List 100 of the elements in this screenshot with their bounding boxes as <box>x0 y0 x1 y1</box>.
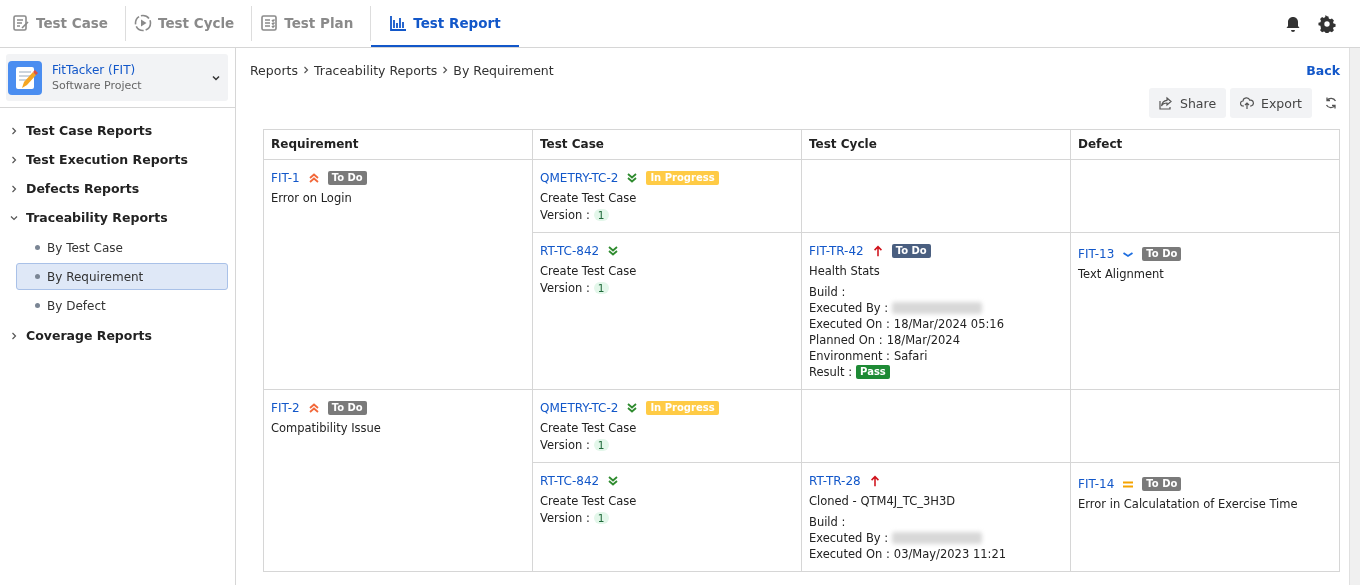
issue-key-link[interactable]: QMETRY-TC-2 <box>540 171 619 185</box>
issue-title: Create Test Case <box>540 191 638 205</box>
issue-key-link[interactable]: QMETRY-TC-2 <box>540 401 619 415</box>
column-header: Test Cycle <box>802 130 1071 159</box>
project-type: Software Project <box>52 79 143 92</box>
issue-key-link[interactable]: RT-TR-28 <box>809 474 861 488</box>
project-selector[interactable]: FitTacker (FIT) Software Project <box>6 54 228 101</box>
detail-label: Executed By : <box>809 530 889 545</box>
nav-tab[interactable]: Test Plan <box>252 0 370 47</box>
sidebar-item[interactable]: Traceability Reports <box>6 203 228 232</box>
column-header: Test Case <box>533 130 802 159</box>
issue-key-link[interactable]: FIT-14 <box>1078 477 1115 491</box>
double-chevron-up-icon <box>307 172 320 184</box>
share-icon <box>1159 96 1173 110</box>
chevron-right-icon <box>441 66 450 74</box>
version-label: Version : <box>540 511 590 525</box>
sidebar-subitem[interactable]: By Test Case <box>16 234 228 261</box>
issue-title: Create Test Case <box>540 264 638 278</box>
double-chevron-up-icon <box>307 402 320 414</box>
cloud-upload-icon <box>1240 96 1255 110</box>
version-number: 1 <box>593 512 609 524</box>
detail-value: 18/Mar/2024 <box>886 332 960 347</box>
back-link[interactable]: Back <box>1306 62 1340 78</box>
chevron-right-icon <box>10 155 18 164</box>
sidebar-subitem-label: By Defect <box>47 298 106 313</box>
scrollbar[interactable] <box>1349 48 1360 585</box>
detail-label: Executed On : <box>809 546 890 561</box>
issue-key-link[interactable]: FIT-TR-42 <box>809 244 864 258</box>
status-badge: To Do <box>1142 247 1182 261</box>
column-header: Defect <box>1077 136 1124 153</box>
action-button[interactable]: Export <box>1230 88 1312 118</box>
breadcrumb-item[interactable]: Traceability Reports <box>313 62 438 78</box>
detail-label: Environment : <box>809 348 890 363</box>
bell-icon[interactable] <box>1284 14 1302 33</box>
document-pencil-icon <box>12 13 30 32</box>
version-label: Version : <box>540 208 590 222</box>
sidebar-item[interactable]: Test Case Reports <box>6 116 228 145</box>
double-chevron-down-icon <box>607 245 620 257</box>
bullet-icon <box>35 303 40 308</box>
status-badge: To Do <box>1142 477 1182 491</box>
detail-label: Result : <box>809 364 853 379</box>
arrow-up-icon <box>871 245 884 257</box>
status-badge: To Do <box>327 401 367 415</box>
sidebar-subitem[interactable]: By Defect <box>16 292 228 319</box>
issue-key-link[interactable]: FIT-1 <box>271 171 300 185</box>
issue-title: Text Alignment <box>1078 267 1165 281</box>
issue-title: Create Test Case <box>540 494 638 508</box>
project-name: FitTacker (FIT) <box>52 63 137 77</box>
status-badge: In Progress <box>646 401 719 415</box>
detail-value: 18/Mar/2024 05:16 <box>893 316 1004 331</box>
detail-label: Build : <box>809 514 846 529</box>
double-chevron-down-icon <box>607 475 620 487</box>
issue-key-link[interactable]: FIT-13 <box>1078 247 1115 261</box>
detail-label: Executed On : <box>809 316 890 331</box>
version-number: 1 <box>593 439 609 451</box>
chevron-right-icon <box>301 66 310 74</box>
issue-key-link[interactable]: RT-TC-842 <box>540 474 600 488</box>
checklist-icon <box>260 13 279 32</box>
nav-tab[interactable]: Test Report <box>371 0 519 47</box>
nav-tab[interactable]: Test Cycle <box>126 0 251 47</box>
breadcrumb-item[interactable]: Reports <box>250 62 298 78</box>
bar-chart-icon <box>389 13 408 32</box>
issue-key-link[interactable]: RT-TC-842 <box>540 244 600 258</box>
version-number: 1 <box>593 282 609 294</box>
breadcrumb-item: By Requirement <box>453 62 554 78</box>
settings-icon[interactable] <box>1318 14 1336 33</box>
action-button[interactable]: Share <box>1149 88 1227 118</box>
status-badge: To Do <box>891 244 931 258</box>
issue-title: Error in Calculatation of Exercise Time <box>1078 497 1299 511</box>
sidebar-subitem[interactable]: By Requirement <box>16 263 228 290</box>
bullet-icon <box>35 274 40 279</box>
issue-title: Compatibility Issue <box>271 421 382 435</box>
sidebar-item-label: Defects Reports <box>26 181 140 196</box>
double-chevron-down-icon <box>626 402 639 414</box>
detail-label: Build : <box>809 284 846 299</box>
nav-tab[interactable]: Test Case <box>4 0 124 47</box>
sidebar-item[interactable]: Coverage Reports <box>6 321 228 350</box>
notepad-pencil-icon <box>8 60 42 95</box>
detail-value: Safari <box>893 348 928 363</box>
issue-title: Create Test Case <box>540 421 638 435</box>
chevron-down-icon <box>10 213 18 222</box>
sidebar-item[interactable]: Defects Reports <box>6 174 228 203</box>
detail-label: Executed By : <box>809 300 889 315</box>
version-label: Version : <box>540 438 590 452</box>
issue-key-link[interactable]: FIT-2 <box>271 401 300 415</box>
detail-label: Planned On : <box>809 332 883 347</box>
issue-title: Cloned - QTM4J_TC_3H3D <box>809 494 957 508</box>
sidebar-item-label: Test Case Reports <box>26 123 153 138</box>
chevron-down-icon <box>212 73 220 82</box>
version-number: 1 <box>593 209 609 221</box>
chevron-right-icon <box>10 184 18 193</box>
sidebar-item[interactable]: Test Execution Reports <box>6 145 228 174</box>
double-chevron-down-icon <box>626 172 639 184</box>
issue-title: Health Stats <box>809 264 881 278</box>
status-badge: To Do <box>327 171 367 185</box>
bullet-icon <box>35 245 40 250</box>
issue-title: Error on Login <box>271 191 353 205</box>
sidebar-item-label: Coverage Reports <box>26 328 152 343</box>
refresh-icon[interactable] <box>1324 96 1338 110</box>
chevron-right-icon <box>10 331 18 340</box>
